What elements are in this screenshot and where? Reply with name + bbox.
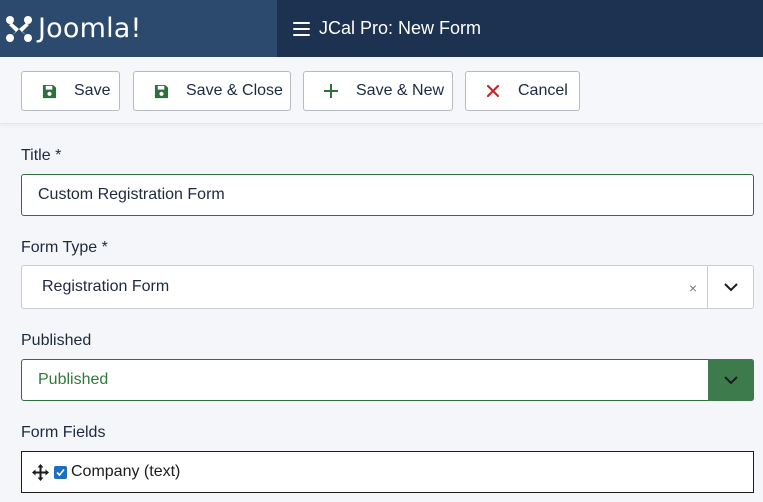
page-title: JCal Pro: New Form bbox=[319, 18, 482, 38]
title-value: Custom Registration Form bbox=[38, 186, 225, 203]
chevron-down-icon[interactable] bbox=[708, 359, 754, 401]
published-select[interactable]: Published bbox=[21, 359, 754, 401]
chevron-down-icon[interactable] bbox=[707, 266, 753, 308]
form-type-select[interactable]: Registration Form × bbox=[21, 265, 754, 309]
field-checkbox[interactable] bbox=[54, 465, 67, 479]
form-type-label: Form Type * bbox=[21, 239, 108, 256]
save-new-button[interactable]: Save & New bbox=[303, 71, 453, 111]
floppy-disk-icon bbox=[40, 82, 58, 100]
save-button[interactable]: Save bbox=[21, 71, 120, 111]
title-label: Title * bbox=[21, 147, 62, 164]
save-new-label: Save & New bbox=[356, 82, 445, 99]
brand-name: Joomla! bbox=[38, 13, 142, 44]
save-close-button[interactable]: Save & Close bbox=[133, 71, 291, 111]
hamburger-icon[interactable] bbox=[293, 21, 310, 36]
move-arrows-icon[interactable] bbox=[32, 463, 49, 481]
save-close-label: Save & Close bbox=[186, 82, 283, 99]
x-icon bbox=[484, 82, 502, 100]
field-item-label: Company (text) bbox=[71, 463, 181, 480]
published-value: Published bbox=[38, 371, 109, 388]
title-input[interactable]: Custom Registration Form bbox=[21, 174, 754, 216]
clear-icon[interactable]: × bbox=[689, 280, 697, 296]
form-fields-list: Company (text) bbox=[21, 451, 754, 493]
title-bar: JCal Pro: New Form bbox=[277, 0, 763, 57]
form-type-value: Registration Form bbox=[42, 278, 170, 295]
form-fields-label: Form Fields bbox=[21, 424, 106, 441]
joomla-logo-icon bbox=[6, 15, 32, 42]
published-label: Published bbox=[21, 332, 92, 349]
cancel-label: Cancel bbox=[518, 82, 568, 99]
app-header: Joomla! JCal Pro: New Form bbox=[0, 0, 763, 57]
toolbar: Save Save & Close Save & New Cancel bbox=[0, 57, 763, 124]
save-label: Save bbox=[74, 82, 111, 99]
floppy-disk-icon bbox=[152, 82, 170, 100]
brand-logo[interactable]: Joomla! bbox=[0, 0, 277, 57]
plus-icon bbox=[322, 82, 340, 100]
cancel-button[interactable]: Cancel bbox=[465, 71, 580, 111]
